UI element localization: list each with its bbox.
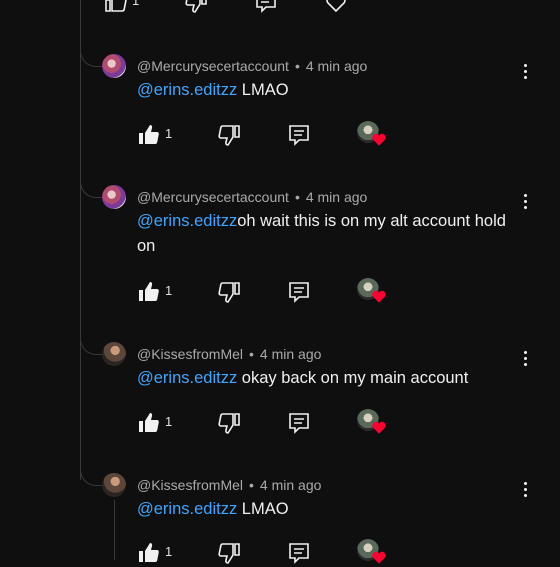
author-handle[interactable]: @Mercurysecertaccount (137, 58, 289, 74)
like-count: 1 (165, 544, 173, 559)
comment-time[interactable]: 4 min ago (260, 346, 321, 362)
reply-icon[interactable] (254, 0, 278, 14)
comment-body: okay back on my main account (237, 369, 469, 387)
mention-link[interactable]: @erins.editzz (137, 500, 237, 518)
thumb-up-icon[interactable] (137, 541, 161, 565)
comment-text: @erins.editzzoh wait this is on my alt a… (137, 209, 512, 259)
more-vert-icon[interactable] (522, 194, 528, 212)
avatar[interactable] (102, 54, 126, 78)
comment-text: @erins.editzz LMAO (137, 78, 517, 103)
comment-meta: @Mercurysecertaccount • 4 min ago (137, 58, 368, 74)
thumb-down-icon[interactable] (217, 280, 241, 304)
thread-line-nested (114, 500, 115, 560)
action-bar: 1 (137, 409, 397, 437)
thread-curve (80, 463, 103, 486)
heart-icon[interactable] (324, 0, 348, 14)
creator-heart-badge (357, 121, 387, 149)
mention-link[interactable]: @erins.editzz (137, 212, 237, 230)
thumb-down-icon[interactable] (217, 123, 241, 147)
heart-icon (372, 133, 386, 146)
action-bar: 1 (137, 539, 397, 567)
thumb-down-icon[interactable] (184, 0, 208, 14)
comment-time[interactable]: 4 min ago (306, 189, 367, 205)
comment-time[interactable]: 4 min ago (260, 477, 321, 493)
avatar[interactable] (102, 185, 126, 209)
thumb-down-icon[interactable] (217, 411, 241, 435)
action-bar: 1 (137, 121, 397, 149)
reply-icon[interactable] (287, 280, 311, 304)
avatar[interactable] (102, 342, 126, 366)
action-bar: 1 (137, 278, 397, 306)
author-handle[interactable]: @Mercurysecertaccount (137, 189, 289, 205)
comment-text: @erins.editzz okay back on my main accou… (137, 366, 537, 391)
like-count: 1 (165, 126, 173, 141)
heart-icon (372, 421, 386, 434)
thread-curve (80, 44, 103, 67)
reply-icon[interactable] (287, 541, 311, 565)
comment-body: LMAO (237, 81, 289, 99)
heart-icon (372, 290, 386, 303)
thread-line (80, 0, 81, 480)
avatar[interactable] (102, 473, 126, 497)
partial-action-bar: 1 (104, 0, 364, 14)
reply-icon[interactable] (287, 411, 311, 435)
more-vert-icon[interactable] (522, 482, 528, 500)
creator-heart-badge (357, 278, 387, 306)
creator-heart-badge (357, 539, 387, 567)
creator-heart-badge (357, 409, 387, 437)
thumb-up-icon[interactable] (104, 0, 128, 14)
like-count: 1 (165, 283, 173, 298)
like-count: 1 (132, 0, 140, 8)
reply-icon[interactable] (287, 123, 311, 147)
like-count: 1 (165, 414, 173, 429)
comment-body: LMAO (237, 500, 289, 518)
thumb-up-icon[interactable] (137, 411, 161, 435)
thumb-up-icon[interactable] (137, 280, 161, 304)
comment-meta: @KissesfromMel • 4 min ago (137, 346, 322, 362)
thumb-up-icon[interactable] (137, 123, 161, 147)
comment-meta: @KissesfromMel • 4 min ago (137, 477, 322, 493)
thumb-down-icon[interactable] (217, 541, 241, 565)
mention-link[interactable]: @erins.editzz (137, 81, 237, 99)
author-handle[interactable]: @KissesfromMel (137, 346, 243, 362)
more-vert-icon[interactable] (522, 64, 528, 82)
mention-link[interactable]: @erins.editzz (137, 369, 237, 387)
thread-curve (80, 175, 103, 198)
author-handle[interactable]: @KissesfromMel (137, 477, 243, 493)
comment-text: @erins.editzz LMAO (137, 497, 517, 522)
thread-curve (80, 332, 103, 355)
comment-meta: @Mercurysecertaccount • 4 min ago (137, 189, 368, 205)
heart-icon (372, 551, 386, 564)
comment-time[interactable]: 4 min ago (306, 58, 367, 74)
